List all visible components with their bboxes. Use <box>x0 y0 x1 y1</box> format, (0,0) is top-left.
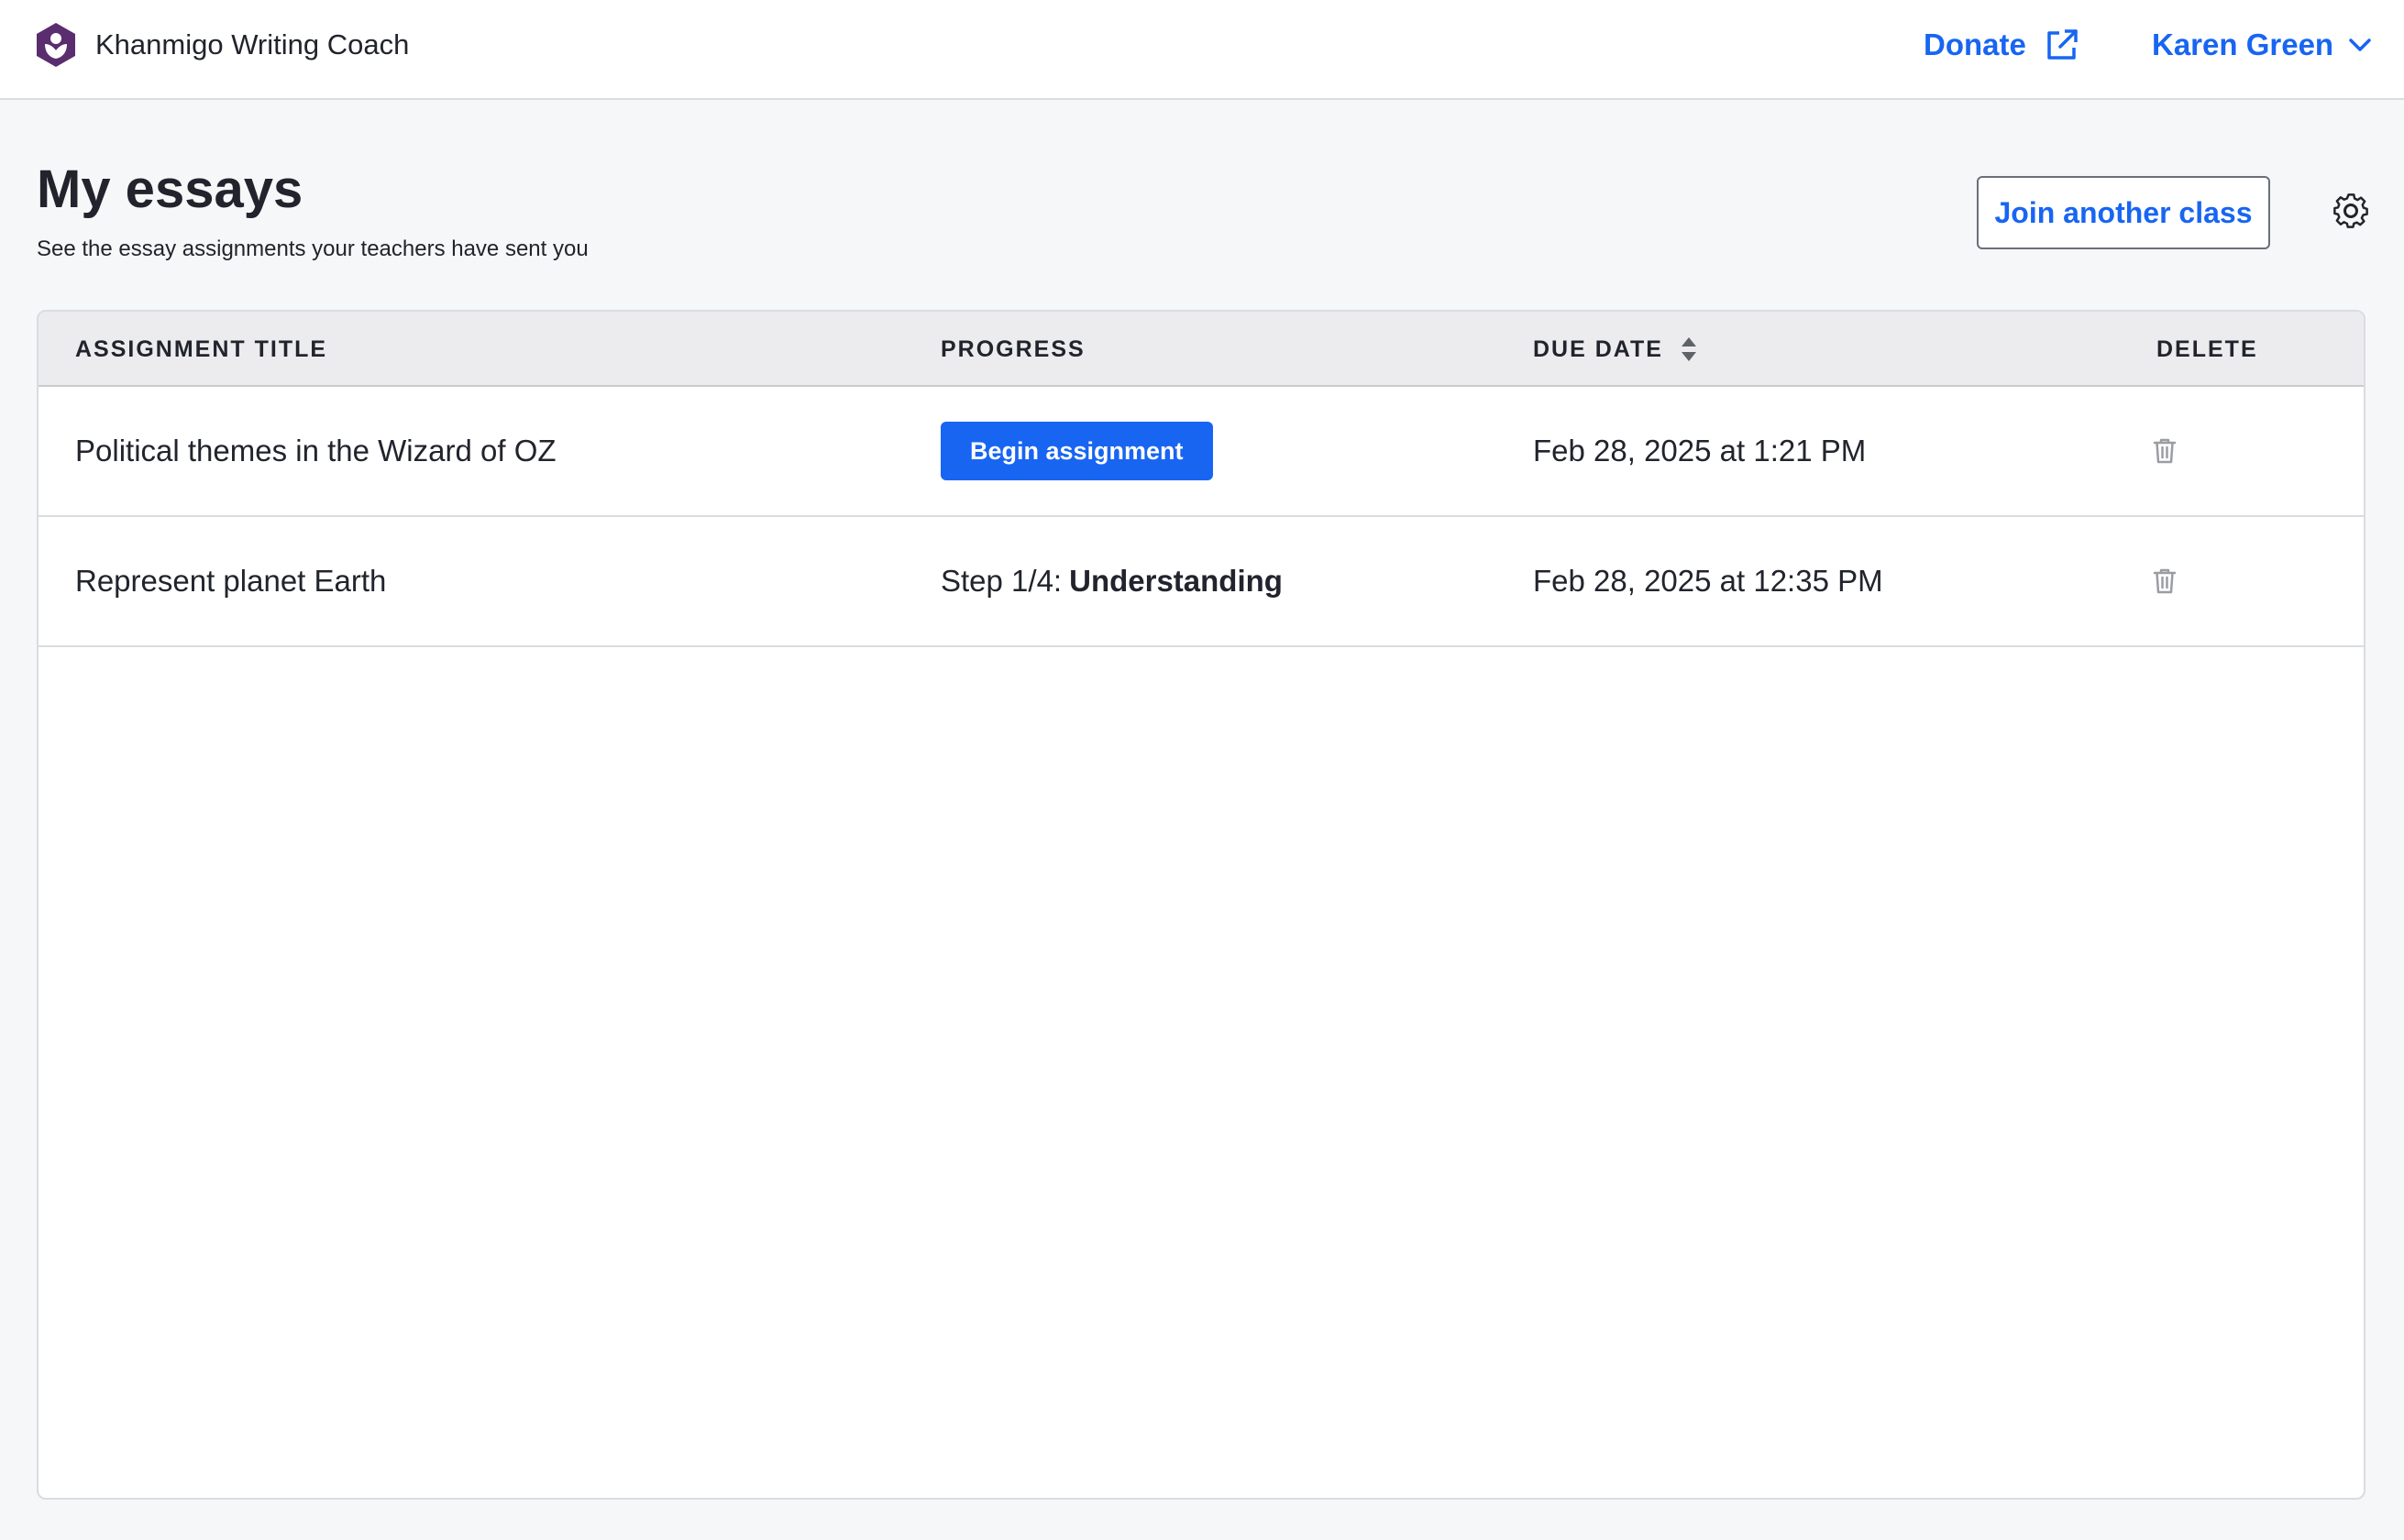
khan-hexagon-logo-icon <box>37 23 75 67</box>
due-date: Feb 28, 2025 at 12:35 PM <box>1533 564 1883 598</box>
assignment-title[interactable]: Political themes in the Wizard of OZ <box>75 387 557 515</box>
begin-assignment-button[interactable]: Begin assignment <box>941 422 1213 480</box>
delete-cell <box>2153 517 2177 645</box>
page-title: My essays <box>37 160 303 219</box>
page-subtitle: See the essay assignments your teachers … <box>37 236 589 261</box>
progress-step-name: Understanding <box>1069 564 1283 598</box>
sort-up-down-icon[interactable] <box>1680 336 1698 363</box>
column-header-due-date[interactable]: DUE DATE <box>1533 312 1698 387</box>
essays-table: ASSIGNMENT TITLE PROGRESS DUE DATE DELET… <box>37 310 2365 1500</box>
donate-label: Donate <box>1924 28 2026 61</box>
gear-icon[interactable] <box>2331 191 2371 231</box>
column-header-delete: DELETE <box>2156 336 2258 362</box>
app-name: Khanmigo Writing Coach <box>95 28 410 60</box>
brand[interactable]: Khanmigo Writing Coach <box>35 22 409 68</box>
trash-icon[interactable] <box>2153 567 2177 595</box>
chevron-down-icon <box>2349 38 2371 51</box>
external-link-icon <box>2047 29 2078 60</box>
join-another-class-button[interactable]: Join another class <box>1977 176 2270 249</box>
table-header: ASSIGNMENT TITLE PROGRESS DUE DATE DELET… <box>39 312 2364 387</box>
progress-cell: Step 1/4: Understanding <box>941 517 1283 645</box>
progress-step-prefix: Step 1/4: <box>941 564 1063 598</box>
table-row: Political themes in the Wizard of OZ Beg… <box>39 387 2364 517</box>
assignment-title[interactable]: Represent planet Earth <box>75 517 386 645</box>
due-date-header-label: DUE DATE <box>1533 336 1663 362</box>
table-row: Represent planet Earth Step 1/4: Underst… <box>39 517 2364 647</box>
progress-cell: Begin assignment <box>941 387 1213 515</box>
user-menu[interactable]: Karen Green <box>2152 22 2372 68</box>
trash-icon[interactable] <box>2153 437 2177 465</box>
delete-cell <box>2153 387 2177 515</box>
due-date: Feb 28, 2025 at 1:21 PM <box>1533 434 1867 468</box>
column-header-title: ASSIGNMENT TITLE <box>75 336 328 362</box>
top-bar: Khanmigo Writing Coach Donate Karen Gree… <box>0 0 2404 100</box>
donate-link[interactable]: Donate <box>1924 22 2079 68</box>
column-header-progress: PROGRESS <box>941 336 1086 362</box>
user-name: Karen Green <box>2152 28 2334 61</box>
